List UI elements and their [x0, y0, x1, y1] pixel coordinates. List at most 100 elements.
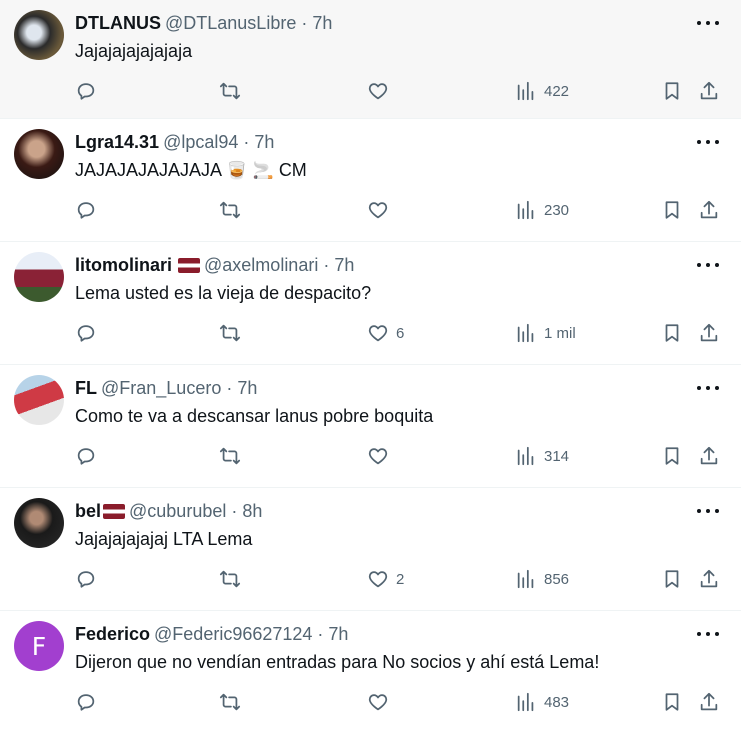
tweet-header: bel @cuburubel · 8h	[75, 500, 262, 522]
share-button[interactable]	[698, 443, 720, 469]
retweet-button[interactable]	[219, 566, 241, 592]
retweet-icon	[219, 82, 241, 100]
tweet-actions: 230	[0, 197, 741, 223]
bookmark-icon	[665, 82, 679, 100]
retweet-button[interactable]	[219, 320, 241, 346]
reply-button[interactable]	[75, 443, 97, 469]
user-handle[interactable]: @DTLanusLibre	[165, 12, 296, 34]
heart-icon	[368, 571, 388, 588]
user-handle[interactable]: @axelmolinari	[204, 254, 318, 276]
views-button[interactable]: 1 mil	[515, 320, 576, 346]
bookmark-button[interactable]	[661, 689, 683, 715]
share-button[interactable]	[698, 566, 720, 592]
views-button[interactable]: 230	[515, 197, 569, 223]
views-button[interactable]: 422	[515, 78, 569, 104]
bookmark-button[interactable]	[661, 320, 683, 346]
retweet-button[interactable]	[219, 443, 241, 469]
like-button[interactable]	[367, 443, 396, 469]
share-button[interactable]	[698, 320, 720, 346]
more-icon[interactable]	[697, 256, 719, 274]
more-icon[interactable]	[697, 502, 719, 520]
user-handle[interactable]: @lpcal94	[163, 131, 238, 153]
reply-button[interactable]	[75, 197, 97, 223]
tweet-text: Jajajajajajajaja	[75, 41, 193, 61]
views-chart-icon	[517, 569, 534, 589]
views-button[interactable]: 483	[515, 689, 569, 715]
like-button[interactable]	[367, 197, 396, 223]
avatar[interactable]	[14, 498, 64, 548]
heart-icon	[368, 83, 388, 100]
views-button[interactable]: 856	[515, 566, 569, 592]
views-chart-icon	[517, 692, 534, 712]
more-icon[interactable]	[697, 133, 719, 151]
bookmark-button[interactable]	[661, 566, 683, 592]
tweet[interactable]: DTLANUS @DTLanusLibre · 7h Jajajajajajaj…	[0, 0, 741, 119]
avatar[interactable]	[14, 129, 64, 179]
bookmark-button[interactable]	[661, 443, 683, 469]
tweet-text: JAJAJAJAJAJAJA 🥃 🚬 CM	[75, 159, 307, 182]
view-count: 1 mil	[544, 324, 576, 342]
retweet-button[interactable]	[219, 197, 241, 223]
timestamp[interactable]: 7h	[328, 623, 348, 645]
timestamp[interactable]: 7h	[334, 254, 354, 276]
share-icon	[700, 446, 718, 465]
tweet-header: DTLANUS @DTLanusLibre · 7h	[75, 12, 332, 34]
bookmark-icon	[665, 693, 679, 711]
avatar[interactable]	[14, 10, 64, 60]
display-name[interactable]: DTLANUS	[75, 12, 161, 34]
retweet-button[interactable]	[219, 689, 241, 715]
more-icon[interactable]	[697, 14, 719, 32]
reply-button[interactable]	[75, 78, 97, 104]
tweet-header: litomolinari @axelmolinari · 7h	[75, 254, 354, 276]
avatar[interactable]: F	[14, 621, 64, 671]
tweet-actions: 422	[0, 78, 741, 104]
bookmark-icon	[665, 201, 679, 219]
reply-icon	[77, 571, 95, 588]
more-icon[interactable]	[697, 379, 719, 397]
user-handle[interactable]: @cuburubel	[129, 500, 226, 522]
tweet[interactable]: FL @Fran_Lucero · 7h Como te va a descan…	[0, 365, 741, 488]
views-button[interactable]: 314	[515, 443, 569, 469]
more-icon[interactable]	[697, 625, 719, 643]
like-button[interactable]: 2	[367, 566, 404, 592]
timestamp[interactable]: 7h	[312, 12, 332, 34]
share-icon	[700, 569, 718, 588]
display-name[interactable]: Federico	[75, 623, 150, 645]
reply-button[interactable]	[75, 566, 97, 592]
timestamp[interactable]: 7h	[237, 377, 257, 399]
tweet[interactable]: bel @cuburubel · 8h Jajajajajajaj LTA Le…	[0, 488, 741, 611]
retweet-button[interactable]	[219, 78, 241, 104]
like-button[interactable]	[367, 689, 396, 715]
tweet[interactable]: F Federico @Federic96627124 · 7h Dijeron…	[0, 611, 741, 734]
display-name[interactable]: FL	[75, 377, 97, 399]
views-chart-icon	[517, 81, 534, 101]
like-button[interactable]	[367, 78, 396, 104]
bookmark-button[interactable]	[661, 78, 683, 104]
tweet[interactable]: Lgra14.31 @lpcal94 · 7h JAJAJAJAJAJAJA 🥃 …	[0, 119, 741, 242]
share-icon	[700, 200, 718, 219]
bookmark-button[interactable]	[661, 197, 683, 223]
avatar[interactable]	[14, 252, 64, 302]
like-button[interactable]: 6	[367, 320, 404, 346]
reply-button[interactable]	[75, 320, 97, 346]
tweet-header: Lgra14.31 @lpcal94 · 7h	[75, 131, 274, 153]
display-name[interactable]: litomolinari	[75, 254, 172, 276]
retweet-icon	[219, 447, 241, 465]
user-handle[interactable]: @Federic96627124	[154, 623, 312, 645]
reply-button[interactable]	[75, 689, 97, 715]
timestamp[interactable]: 7h	[254, 131, 274, 153]
timestamp[interactable]: 8h	[242, 500, 262, 522]
tweet-actions: 2 856	[0, 566, 741, 592]
share-button[interactable]	[698, 689, 720, 715]
avatar[interactable]	[14, 375, 64, 425]
user-handle[interactable]: @Fran_Lucero	[101, 377, 221, 399]
views-chart-icon	[517, 323, 534, 343]
retweet-icon	[219, 693, 241, 711]
share-button[interactable]	[698, 197, 720, 223]
tweet[interactable]: litomolinari @axelmolinari · 7h Lema ust…	[0, 242, 741, 365]
share-icon	[700, 692, 718, 711]
display-name[interactable]: Lgra14.31	[75, 131, 159, 153]
share-button[interactable]	[698, 78, 720, 104]
display-name[interactable]: bel	[75, 500, 101, 522]
view-count: 422	[544, 82, 570, 100]
